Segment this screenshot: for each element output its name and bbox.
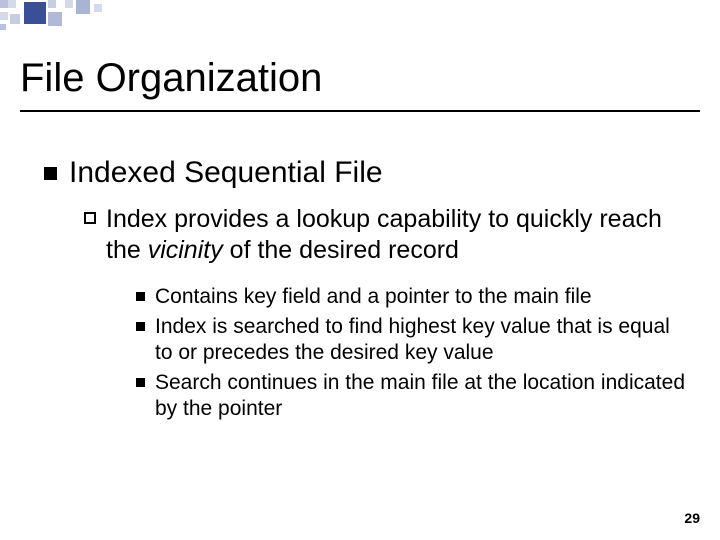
page-number: 29 [684,510,700,526]
bullet-level1: Indexed Sequential File [44,156,383,190]
level3-text: Search continues in the main file at the… [155,370,686,423]
level3-text: Contains key field and a pointer to the … [155,284,592,310]
square-bullet-solid-icon [136,378,145,387]
square-bullet-solid-icon [136,292,145,301]
square-bullet-solid-icon [44,167,57,180]
level2-prefix: Index [106,205,167,233]
bullet-level3: Contains key field and a pointer to the … [136,284,686,310]
level2-suffix: of the desired record [223,236,459,264]
bullet-level3: Search continues in the main file at the… [136,370,686,423]
level3-text: Index is searched to find highest key va… [155,314,686,367]
bullet-level3: Index is searched to find highest key va… [136,314,686,367]
level2-italic: vicinity [148,236,223,264]
title-underline [20,110,700,112]
slide-title: File Organization [20,56,322,101]
corner-decoration [0,0,120,38]
level2-text: Index provides a lookup capability to qu… [106,204,684,267]
square-bullet-solid-icon [136,322,145,331]
bullet-level2: Index provides a lookup capability to qu… [84,204,684,267]
level1-text: Indexed Sequential File [69,156,383,190]
square-bullet-hollow-icon [84,212,96,224]
